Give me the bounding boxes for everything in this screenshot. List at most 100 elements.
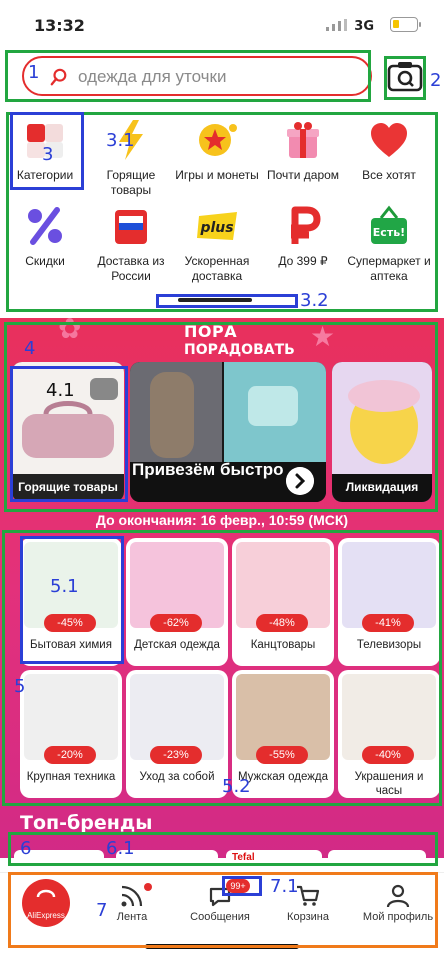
category-label: Все хотят [362, 168, 416, 182]
discount-badge: -55% [256, 746, 308, 764]
basket-icon: Есть! [371, 205, 407, 244]
annotation-label: 5.2 [222, 776, 251, 797]
decor-flower-icon: ✿ [58, 313, 82, 344]
deal-label: Канцтовары [250, 639, 316, 651]
category-scroll-indicator [178, 298, 252, 302]
annotation-label: 4.1 [46, 380, 75, 401]
percent-icon [28, 207, 62, 245]
annotation-label: 5.1 [50, 576, 79, 597]
category-grid: Категории Горящие товары Игры и монеты П… [6, 112, 438, 310]
tab-label: Корзина [287, 911, 329, 923]
annotation-label: 1 [28, 62, 40, 83]
status-bar: 13:32 3G [0, 0, 444, 46]
category-everyone-wants[interactable]: Все хотят [346, 118, 432, 183]
deal-jewelry-watches[interactable]: -40% Украшения и часы [338, 670, 440, 798]
discount-badge: -62% [150, 614, 202, 632]
tab-label: AliExpress [27, 911, 65, 920]
promo-card-liquidation[interactable]: Ликвидация [332, 362, 432, 502]
tab-label: Сообщения [190, 911, 250, 923]
category-express-delivery[interactable]: plus Ускоренная доставка [174, 204, 260, 284]
discount-badge: -23% [150, 746, 202, 764]
annotation-label: 2 [430, 70, 442, 91]
tab-messages[interactable]: Сообщения [176, 879, 264, 933]
deal-label: Крупная техника [26, 771, 116, 783]
top-brands-strip: Tefal [0, 846, 444, 868]
category-under-399[interactable]: До 399 ₽ [260, 204, 346, 269]
deal-stationery[interactable]: -48% Канцтовары [232, 538, 334, 666]
search-input[interactable] [78, 65, 358, 89]
category-label: Горящие товары [106, 168, 156, 197]
promo-card-label: Ликвидация [345, 480, 419, 494]
deal-kids-clothes[interactable]: -62% Детская одежда [126, 538, 228, 666]
search-icon [50, 68, 67, 86]
category-label: Игры и монеты [175, 168, 259, 182]
svg-text:Есть!: Есть! [373, 226, 405, 239]
category-label: Супермаркет и аптека [347, 254, 431, 283]
brand-tile[interactable]: Tefal [226, 850, 322, 868]
ruble-icon [291, 206, 321, 244]
messages-badge: 99+ [226, 879, 250, 893]
annotation-label: 6.1 [106, 838, 135, 859]
plus-icon: plus [197, 212, 237, 240]
network-type: 3G [354, 19, 374, 34]
deal-household-chemicals[interactable]: -45% Бытовая химия [20, 538, 122, 666]
discount-badge: -41% [362, 614, 414, 632]
coin-star-icon [199, 124, 237, 156]
category-label: Скидки [25, 254, 65, 268]
category-label: До 399 ₽ [278, 254, 328, 268]
category-supermarket[interactable]: Есть! Супермаркет и аптека [346, 204, 432, 284]
annotation-label: 7 [96, 900, 108, 921]
arrow-right-icon[interactable] [286, 467, 314, 495]
deal-tvs[interactable]: -41% Телевизоры [338, 538, 440, 666]
category-almost-free[interactable]: Почти даром [260, 118, 346, 183]
battery-icon [390, 17, 421, 32]
category-discounts[interactable]: Скидки [2, 204, 88, 269]
promo-title-top: ПОРА [184, 322, 238, 341]
camera-search-icon[interactable] [386, 57, 424, 95]
search-area [4, 49, 372, 101]
promo-deadline: До окончания: 16 февр., 10:59 (МСК) [95, 512, 349, 528]
gift-icon [287, 122, 319, 158]
category-label: Доставка из России [97, 254, 165, 283]
promo-card-label: Горящие товары [18, 480, 118, 494]
deal-label: Детская одежда [134, 639, 220, 651]
feed-icon [121, 885, 143, 907]
deal-personal-care[interactable]: -23% Уход за собой [126, 670, 228, 798]
tab-label: Мой профиль [362, 911, 434, 923]
aliexpress-logo[interactable]: AliExpress [22, 879, 70, 927]
tab-profile[interactable]: Мой профиль [354, 879, 442, 933]
annotation-label: 5 [14, 676, 26, 697]
annotation-label: 3 [42, 144, 54, 165]
home-indicator [145, 944, 299, 949]
deal-label: Украшения и часы [354, 771, 424, 797]
annotation-label: 4 [24, 338, 36, 359]
category-games-coins[interactable]: Игры и монеты [174, 118, 260, 183]
decor-star-icon: ★ [310, 321, 336, 352]
top-brands-title: Топ-бренды [20, 812, 153, 834]
profile-icon [386, 884, 410, 908]
cart-icon [297, 885, 320, 906]
signal-icon [326, 19, 347, 31]
feed-notification-dot [144, 883, 152, 891]
deal-label: Бытовая химия [30, 639, 112, 651]
svg-text:plus: plus [199, 220, 233, 236]
search-bar[interactable] [22, 56, 372, 96]
discount-badge: -45% [44, 614, 96, 632]
heart-icon [371, 123, 407, 157]
category-label: Категории [16, 168, 74, 182]
annotation-label: 3.1 [106, 130, 135, 151]
deal-label: Телевизоры [356, 639, 422, 651]
russia-bag-icon [115, 210, 147, 244]
category-label: Почти даром [266, 168, 340, 182]
annotation-label: 6 [20, 838, 32, 859]
status-time: 13:32 [34, 16, 85, 35]
discount-badge: -20% [44, 746, 96, 764]
category-delivery-russia[interactable]: Доставка из России [88, 204, 174, 284]
deal-large-appliances[interactable]: -20% Крупная техника [20, 670, 122, 798]
discount-badge: -48% [256, 614, 308, 632]
annotation-label: 7.1 [270, 876, 299, 897]
annotation-label: 3.2 [300, 290, 329, 311]
deal-label: Уход за собой [139, 771, 215, 783]
brand-tile[interactable] [328, 850, 426, 868]
category-label: Ускоренная доставка [184, 254, 250, 283]
